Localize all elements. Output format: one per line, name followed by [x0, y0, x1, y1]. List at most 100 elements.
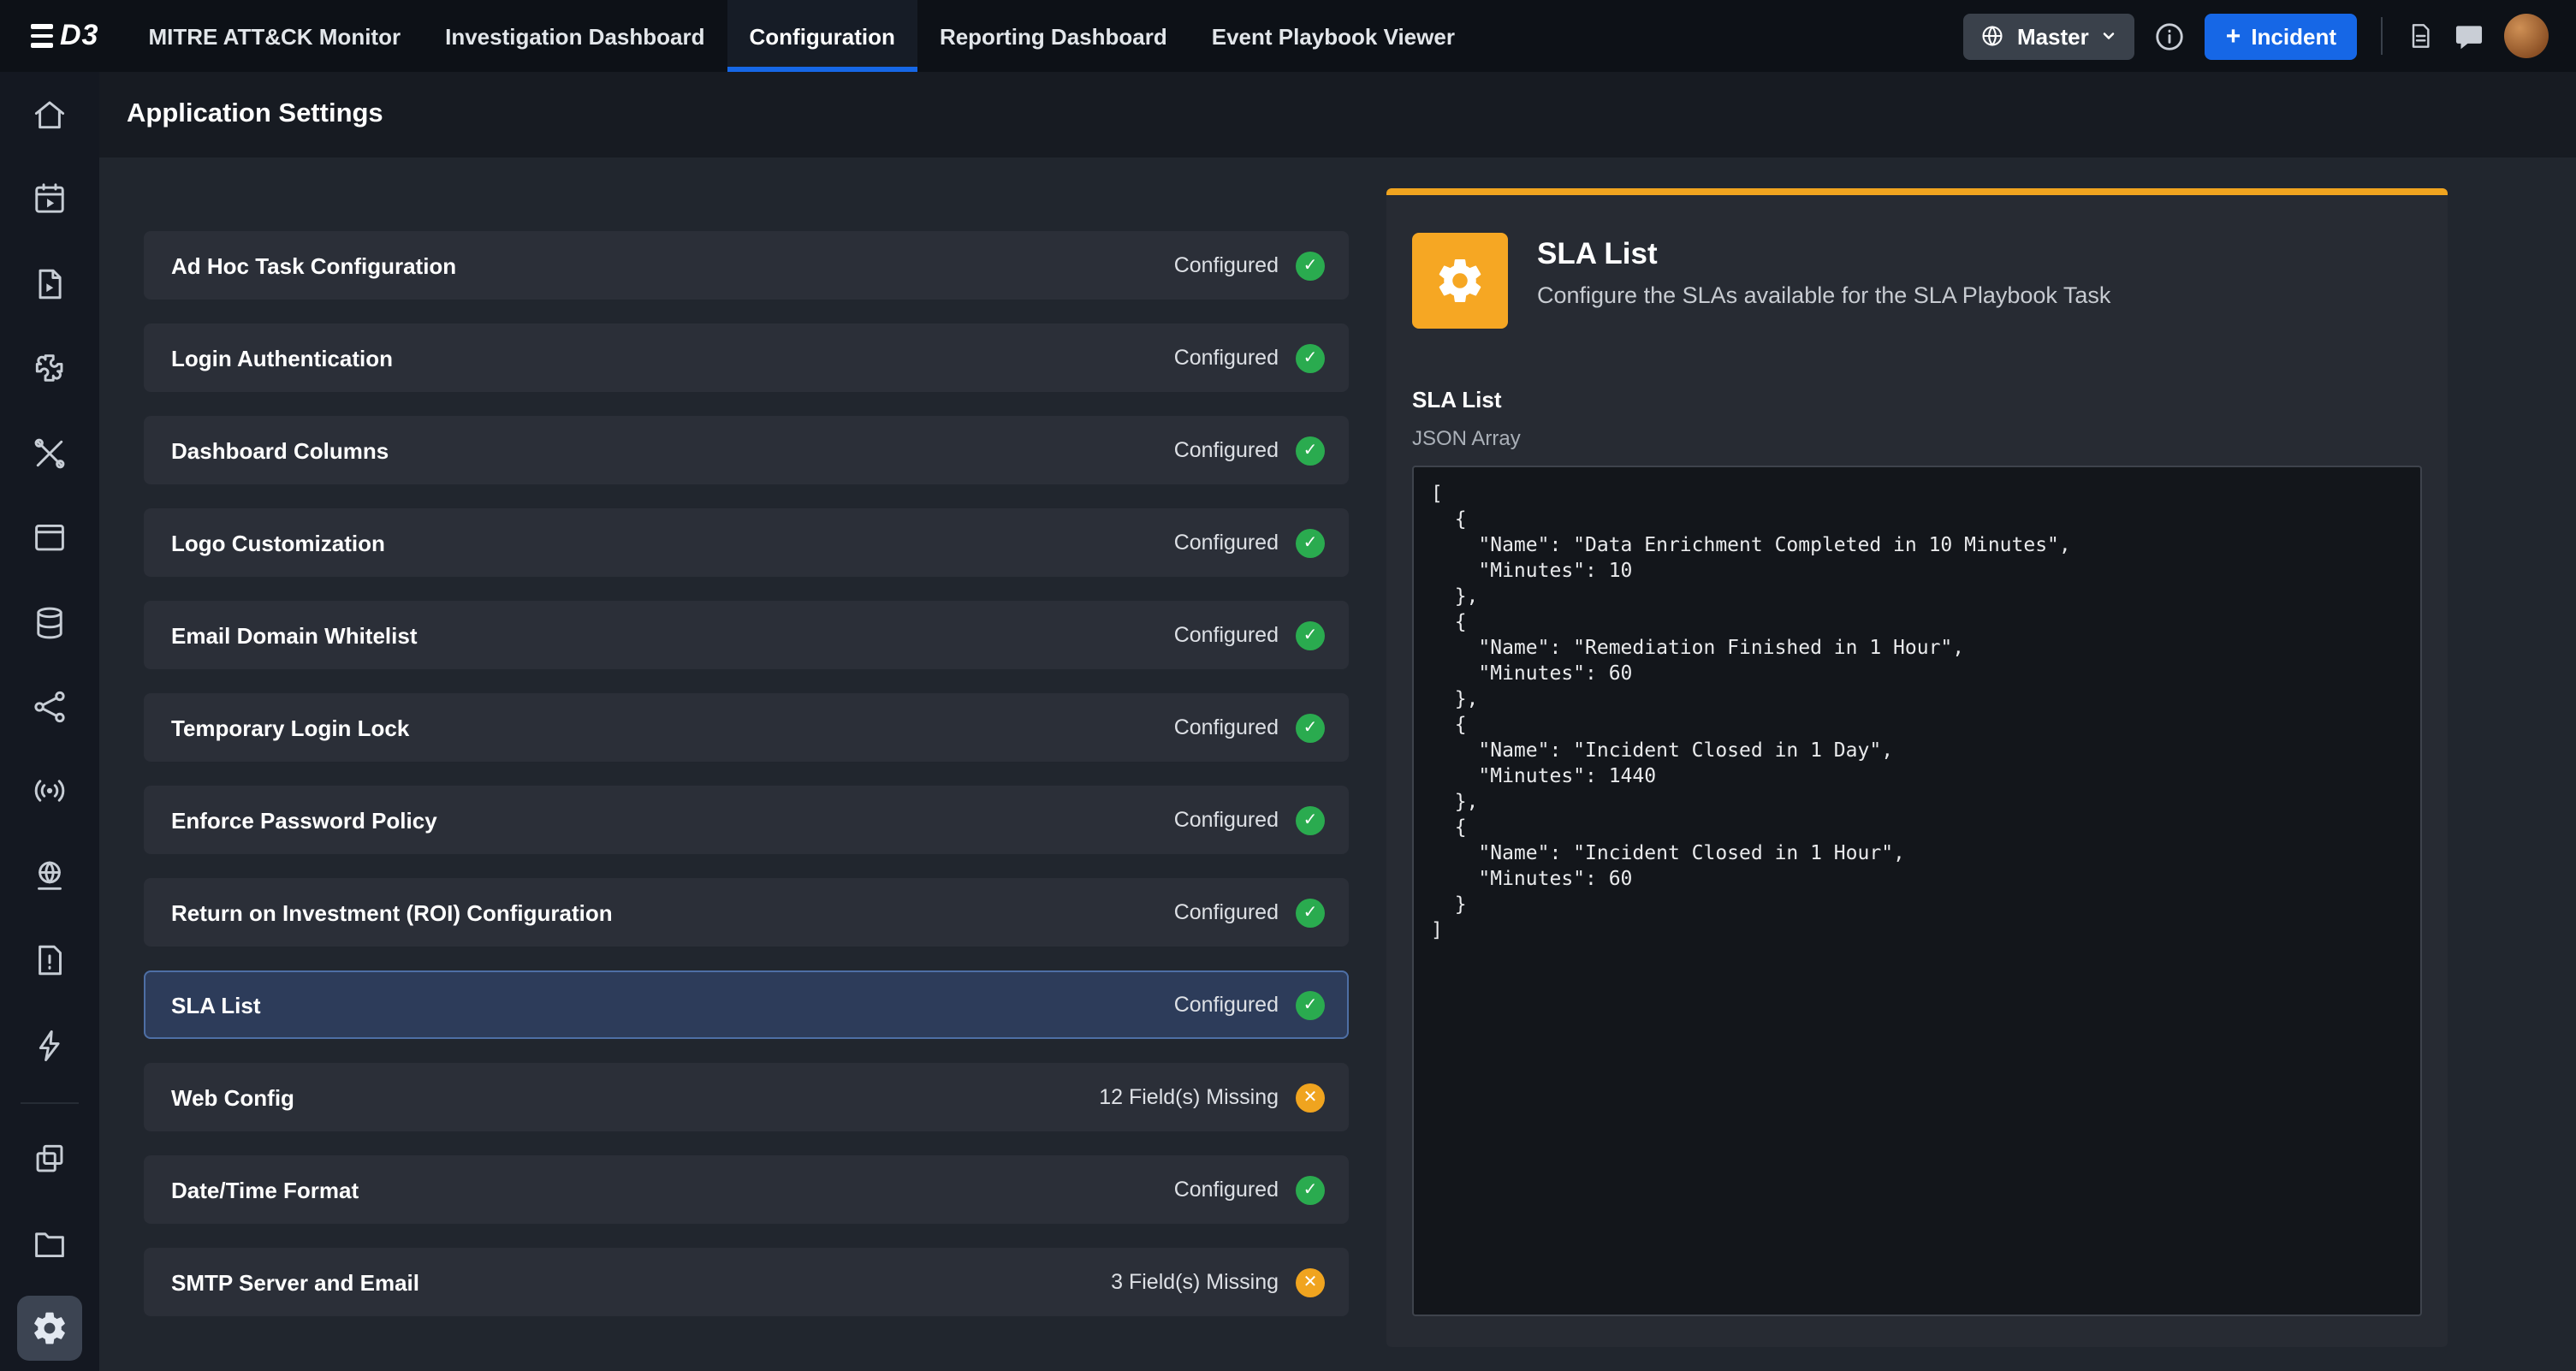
setting-status: Configured — [1174, 993, 1279, 1017]
user-avatar[interactable] — [2504, 14, 2549, 58]
nav-item-event-playbook-viewer[interactable]: Event Playbook Viewer — [1190, 0, 1477, 72]
d3-logo-text: D3 — [60, 19, 98, 53]
field-label: SLA List — [1412, 387, 2422, 412]
setting-row-date-time-format[interactable]: Date/Time Format Configured ✓ — [144, 1155, 1349, 1224]
chat-icon[interactable] — [2453, 20, 2485, 52]
automation-bolt-icon — [31, 1027, 68, 1065]
sidebar-item-automation-bolt[interactable] — [0, 1003, 99, 1088]
setting-row-login-authentication[interactable]: Login AuthenticationConfigured✓ — [144, 323, 1349, 392]
setting-status: Configured — [1174, 438, 1279, 462]
document-alert-icon — [31, 942, 68, 980]
sidebar-item-integrations-puzzle[interactable] — [0, 326, 99, 411]
sidebar-item-calendar-play[interactable] — [0, 157, 99, 241]
sidebar-item-database[interactable] — [0, 580, 99, 665]
setting-label: Email Domain Whitelist — [171, 622, 418, 648]
setting-label: Dashboard Columns — [171, 437, 389, 463]
incident-button-label: Incident — [2251, 23, 2336, 49]
error-circle-icon: ✕ — [1296, 1267, 1325, 1297]
sidebar-item-broadcast[interactable] — [0, 750, 99, 834]
broadcast-icon — [31, 773, 68, 810]
nav-item-reporting-dashboard[interactable]: Reporting Dashboard — [917, 0, 1190, 72]
setting-label: Web Config — [171, 1084, 294, 1110]
setting-status: Configured — [1174, 715, 1279, 739]
detail-panel: SLA List Configure the SLAs available fo… — [1386, 188, 2448, 1347]
sidebar-nav — [0, 72, 99, 1371]
calendar-play-icon — [31, 180, 68, 217]
check-circle-icon: ✓ — [1296, 1175, 1325, 1204]
setting-row-email-domain-whitelist[interactable]: Email Domain WhitelistConfigured✓ — [144, 601, 1349, 669]
application-window: D3 MITRE ATT&CK MonitorInvestigation Das… — [0, 0, 2576, 1371]
setting-status: Configured — [1174, 1178, 1279, 1202]
setting-status: 12 Field(s) Missing — [1099, 1085, 1279, 1109]
nav-item-configuration[interactable]: Configuration — [727, 0, 917, 72]
setting-label: Enforce Password Policy — [171, 807, 437, 833]
setting-label: Temporary Login Lock — [171, 715, 409, 740]
detail-title: SLA List — [1537, 236, 2110, 272]
sidebar-item-web-globe[interactable] — [0, 834, 99, 918]
sidebar-item-utilities-tools[interactable] — [0, 411, 99, 496]
setting-row-smtp-server-and-email[interactable]: SMTP Server and Email3 Field(s) Missing✕ — [144, 1248, 1349, 1316]
gear-icon — [1434, 255, 1486, 306]
workspace-selector[interactable]: Master — [1964, 13, 2135, 59]
check-circle-icon: ✓ — [1296, 343, 1325, 372]
copy-icon — [31, 1141, 68, 1178]
report-play-icon — [31, 264, 68, 302]
info-icon[interactable] — [2154, 20, 2187, 52]
nav-item-investigation-dashboard[interactable]: Investigation Dashboard — [423, 0, 727, 72]
setting-row-return-on-investment-roi-configuration[interactable]: Return on Investment (ROI) Configuration… — [144, 878, 1349, 947]
sidebar-item-copy[interactable] — [0, 1117, 99, 1202]
check-circle-icon: ✓ — [1296, 620, 1325, 650]
home-icon — [31, 95, 68, 133]
globe-icon — [1981, 24, 2005, 48]
setting-label: Date/Time Format — [171, 1177, 359, 1202]
settings-icon — [17, 1297, 82, 1362]
topbar-right-cluster: Master + Incident — [1964, 0, 2576, 72]
json-editor[interactable]: [ { "Name": "Data Enrichment Completed i… — [1412, 466, 2422, 1316]
topbar-divider — [2381, 17, 2383, 55]
main-content: Ad Hoc Task ConfigurationConfigured✓Logi… — [99, 157, 2576, 1371]
detail-header-text: SLA List Configure the SLAs available fo… — [1537, 233, 2110, 308]
setting-status: Configured — [1174, 346, 1279, 370]
error-circle-icon: ✕ — [1296, 1083, 1325, 1112]
new-incident-button[interactable]: + Incident — [2205, 13, 2357, 59]
folder-icon — [31, 1226, 68, 1263]
field-type-label: JSON Array — [1412, 426, 2422, 450]
sidebar-divider — [21, 1101, 79, 1103]
check-circle-icon: ✓ — [1296, 990, 1325, 1019]
d3-logo[interactable]: D3 — [0, 0, 126, 72]
setting-row-web-config[interactable]: Web Config 12 Field(s) Missing ✕ — [144, 1063, 1349, 1131]
web-globe-icon — [31, 858, 68, 895]
page-title: Application Settings — [127, 72, 383, 157]
setting-row-sla-list[interactable]: SLA List Configured ✓ — [144, 970, 1349, 1039]
setting-row-temporary-login-lock[interactable]: Temporary Login LockConfigured✓ — [144, 693, 1349, 762]
setting-status: Configured — [1174, 531, 1279, 555]
plus-icon: + — [2226, 23, 2241, 49]
window-icon — [31, 519, 68, 556]
top-navigation-bar: D3 MITRE ATT&CK MonitorInvestigation Das… — [0, 0, 2576, 72]
setting-row-ad-hoc-task-configuration[interactable]: Ad Hoc Task ConfigurationConfigured✓ — [144, 231, 1349, 300]
detail-description: Configure the SLAs available for the SLA… — [1537, 282, 2110, 308]
setting-label: Ad Hoc Task Configuration — [171, 252, 456, 278]
sidebar-item-document-alert[interactable] — [0, 918, 99, 1003]
document-icon[interactable] — [2407, 21, 2434, 51]
setting-row-enforce-password-policy[interactable]: Enforce Password PolicyConfigured✓ — [144, 786, 1349, 854]
sidebar-item-report-play[interactable] — [0, 241, 99, 326]
sidebar-item-home[interactable] — [0, 72, 99, 157]
integrations-puzzle-icon — [31, 349, 68, 387]
connections-icon — [31, 688, 68, 726]
primary-nav: MITRE ATT&CK MonitorInvestigation Dashbo… — [126, 0, 1477, 72]
detail-header: SLA List Configure the SLAs available fo… — [1412, 233, 2422, 329]
setting-status: Configured — [1174, 808, 1279, 832]
setting-label: SLA List — [171, 992, 261, 1018]
sidebar-item-settings[interactable] — [0, 1286, 99, 1371]
nav-item-mitre-att-ck-monitor[interactable]: MITRE ATT&CK Monitor — [126, 0, 423, 72]
sidebar-item-folder[interactable] — [0, 1202, 99, 1286]
setting-row-logo-customization[interactable]: Logo CustomizationConfigured✓ — [144, 508, 1349, 577]
sidebar-item-window[interactable] — [0, 496, 99, 580]
setting-row-dashboard-columns[interactable]: Dashboard Columns Configured ✓ — [144, 416, 1349, 484]
workspace-label: Master — [2017, 23, 2089, 49]
database-icon — [31, 603, 68, 641]
sidebar-item-connections[interactable] — [0, 665, 99, 750]
check-circle-icon: ✓ — [1296, 898, 1325, 927]
check-circle-icon: ✓ — [1296, 436, 1325, 465]
